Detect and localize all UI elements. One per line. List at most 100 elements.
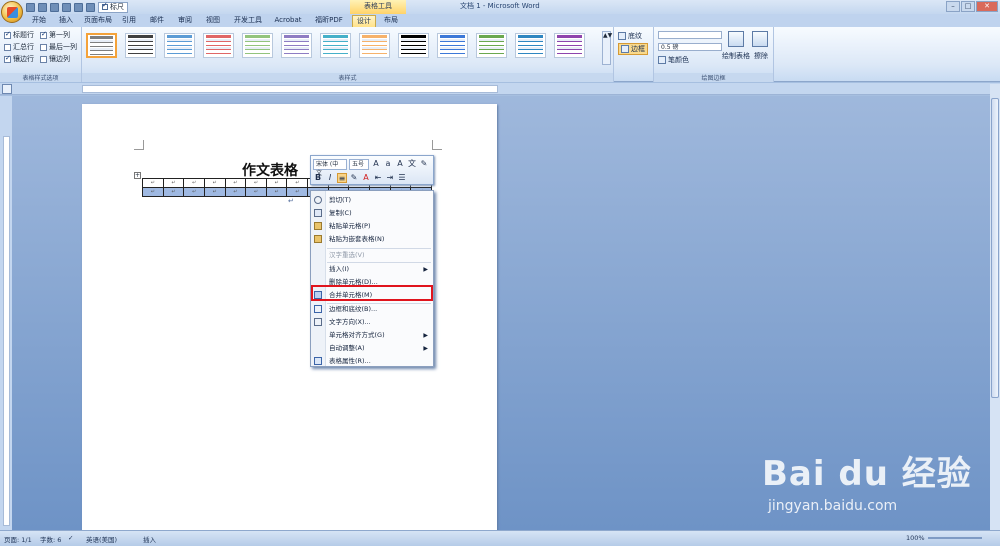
table-cell[interactable]: ↵: [183, 187, 205, 197]
status-language[interactable]: 英语(美国): [86, 534, 117, 544]
print-preview-icon[interactable]: [74, 2, 83, 12]
option-first-column[interactable]: 第一列: [40, 30, 70, 40]
tab-selector-icon[interactable]: [2, 84, 12, 94]
menu-item-text-direction[interactable]: 文字方向(X)...: [311, 316, 433, 329]
eraser-icon[interactable]: [752, 31, 768, 47]
scroll-thumb[interactable]: [991, 98, 999, 398]
tab-acrobat[interactable]: Acrobat: [270, 15, 306, 27]
draw-table-icon[interactable]: [728, 31, 744, 47]
font-size-box[interactable]: 五号: [349, 158, 369, 170]
format-painter-icon[interactable]: ✎: [419, 159, 429, 169]
center-align-icon[interactable]: ≡: [337, 173, 347, 183]
option-total-row[interactable]: 汇总行: [4, 42, 34, 52]
status-page[interactable]: 页面: 1/1: [4, 534, 32, 544]
table-cell[interactable]: ↵: [203, 187, 226, 197]
highlight-icon[interactable]: ✎: [349, 173, 359, 183]
menu-item-paste-cells[interactable]: 粘贴单元格(P): [311, 220, 433, 233]
option-banded-columns[interactable]: 镶边列: [40, 54, 70, 64]
tab-layout[interactable]: 布局: [380, 15, 402, 27]
status-mode[interactable]: 插入: [143, 534, 156, 544]
table-style-thumbnail[interactable]: [86, 33, 117, 58]
menu-item-borders-shading[interactable]: 边框和底纹(B)...: [311, 303, 433, 316]
option-last-column[interactable]: 最后一列: [40, 42, 77, 52]
menu-item-autofit[interactable]: 自动调整(A) ▶: [311, 342, 433, 355]
table-cell[interactable]: ↵: [286, 178, 309, 188]
table-style-thumbnail[interactable]: [398, 33, 429, 58]
shading-button[interactable]: 底纹: [618, 31, 642, 41]
table-style-thumbnail[interactable]: [515, 33, 546, 58]
table-cell[interactable]: ↵: [142, 178, 164, 188]
table-style-thumbnail[interactable]: [554, 33, 585, 58]
status-words[interactable]: 字数: 6: [40, 534, 61, 544]
ruler-strip[interactable]: [82, 85, 498, 93]
tab-view[interactable]: 视图: [202, 15, 224, 27]
save-icon[interactable]: [26, 2, 35, 12]
minimize-button[interactable]: –: [946, 1, 960, 12]
table-style-thumbnail[interactable]: [320, 33, 351, 58]
table-cell[interactable]: ↵: [142, 187, 164, 197]
menu-item-table-properties[interactable]: 表格属性(R)...: [311, 355, 433, 368]
pen-weight-select[interactable]: 0.5 磅: [658, 43, 722, 51]
table-cell[interactable]: ↵: [183, 178, 205, 188]
table-style-thumbnail[interactable]: [437, 33, 468, 58]
table-style-thumbnail[interactable]: [476, 33, 507, 58]
menu-item-paste-nested[interactable]: 粘贴为嵌套表格(N): [311, 233, 433, 246]
vertical-ruler-strip[interactable]: [3, 136, 10, 526]
table-cell[interactable]: ↵: [224, 178, 247, 188]
redo-icon[interactable]: [50, 2, 59, 12]
menu-item-copy[interactable]: 复制(C): [311, 207, 433, 220]
spelling-icon[interactable]: [86, 2, 95, 12]
table-cell[interactable]: ↵: [286, 187, 309, 197]
ruler-checkbox[interactable]: 标尺: [98, 1, 128, 13]
menu-item-cut[interactable]: 剪切(T): [311, 194, 433, 207]
tab-design[interactable]: 设计: [352, 15, 376, 27]
italic-icon[interactable]: I: [325, 173, 335, 183]
table-cell[interactable]: ↵: [162, 178, 185, 188]
tab-mailings[interactable]: 邮件: [146, 15, 168, 27]
font-color-icon[interactable]: A: [361, 173, 371, 183]
tab-review[interactable]: 审阅: [174, 15, 196, 27]
gallery-scroll[interactable]: ▲▼: [602, 31, 612, 65]
decrease-indent-icon[interactable]: ⇤: [373, 173, 383, 183]
document-title[interactable]: 作文表格: [242, 160, 298, 180]
office-button[interactable]: [1, 1, 23, 23]
font-color-a-icon[interactable]: A: [395, 159, 405, 169]
table-style-thumbnail[interactable]: [281, 33, 312, 58]
proofing-icon[interactable]: ✓: [68, 534, 73, 542]
tab-page-layout[interactable]: 页面布局: [82, 15, 114, 27]
shrink-font-icon[interactable]: a: [383, 159, 393, 169]
font-name-box[interactable]: 宋体 (中文: [313, 158, 347, 177]
undo-icon[interactable]: [38, 2, 47, 12]
zoom-slider[interactable]: [928, 537, 982, 539]
table-style-thumbnail[interactable]: [242, 33, 273, 58]
line-style-select[interactable]: [658, 31, 722, 39]
document-page[interactable]: 作文表格 + ↵↵↵↵↵↵↵↵↵↵↵↵↵↵↵↵↵↵↵↵↵↵↵↵↵↵↵↵ ↵: [82, 104, 497, 530]
bold-icon[interactable]: B: [313, 173, 323, 183]
option-header-row[interactable]: 标题行: [4, 30, 34, 40]
tab-insert[interactable]: 插入: [54, 15, 78, 27]
close-button[interactable]: ✕: [976, 1, 998, 12]
table-style-thumbnail[interactable]: [164, 33, 195, 58]
tab-home[interactable]: 开始: [26, 15, 52, 27]
bullets-icon[interactable]: ☰: [397, 173, 407, 183]
tab-developer[interactable]: 开发工具: [230, 15, 266, 27]
table-cell[interactable]: ↵: [265, 187, 288, 197]
table-cell[interactable]: ↵: [224, 187, 247, 197]
increase-indent-icon[interactable]: ⇥: [385, 173, 395, 183]
option-banded-rows[interactable]: 镶边行: [4, 54, 34, 64]
table-move-handle-icon[interactable]: +: [134, 172, 141, 179]
table-style-thumbnail[interactable]: [125, 33, 156, 58]
pen-color-button[interactable]: 笔颜色: [658, 55, 689, 65]
table-style-thumbnail[interactable]: [359, 33, 390, 58]
maximize-button[interactable]: □: [961, 1, 975, 12]
table-style-thumbnail[interactable]: [203, 33, 234, 58]
phonetic-icon[interactable]: 文: [407, 159, 417, 169]
table-cell[interactable]: ↵: [203, 178, 226, 188]
menu-item-insert[interactable]: 插入(I) ▶: [311, 263, 433, 276]
menu-item-cell-alignment[interactable]: 单元格对齐方式(G) ▶: [311, 329, 433, 342]
vertical-scrollbar[interactable]: [990, 84, 1000, 530]
table-cell[interactable]: ↵: [265, 178, 288, 188]
new-doc-icon[interactable]: [62, 2, 71, 12]
borders-button[interactable]: 边框: [618, 43, 648, 55]
status-zoom[interactable]: 100%: [906, 534, 925, 542]
